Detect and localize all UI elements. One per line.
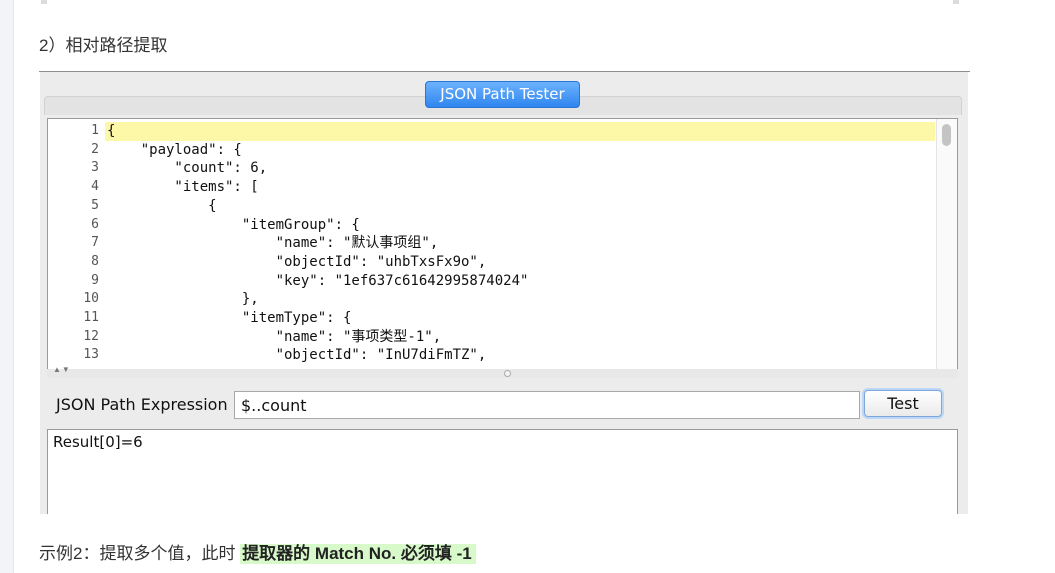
code-line: { xyxy=(107,197,217,214)
screenshot-figure: JSON Path Tester 1 2 3 4 5 6 7 8 9 10 11 12 13 { "pa… xyxy=(39,71,970,514)
code-line: "objectId": "InU7diFmTZ", xyxy=(107,347,487,364)
line-number: 5 xyxy=(91,197,99,213)
editor-vertical-scrollbar[interactable] xyxy=(936,119,957,369)
line-number: 12 xyxy=(83,328,99,344)
code-line: "name": "事项类型-1", xyxy=(107,328,442,345)
code-line: }, xyxy=(107,291,259,308)
line-number: 8 xyxy=(91,253,99,269)
split-pane-divider[interactable]: ▲▼ xyxy=(47,365,958,378)
json-path-tester-window: JSON Path Tester 1 2 3 4 5 6 7 8 9 10 11 12 13 { "pa… xyxy=(40,72,968,514)
code-line: "payload": { xyxy=(107,141,242,158)
top-edge-tick-right xyxy=(953,0,959,4)
test-button[interactable]: Test xyxy=(864,390,942,417)
divider-grip-icon[interactable] xyxy=(504,370,511,377)
line-number: 7 xyxy=(91,235,99,251)
json-editor[interactable]: 1 2 3 4 5 6 7 8 9 10 11 12 13 { "payload": { "count"… xyxy=(47,118,958,370)
code-line: { xyxy=(107,123,116,139)
code-line: "itemType": { xyxy=(107,310,352,326)
current-line-highlight xyxy=(105,122,935,141)
caption-prefix: 示例2：提取多个值，此时 xyxy=(39,544,241,563)
result-area[interactable]: Result[0]=6 xyxy=(47,429,958,514)
caption-highlight: 提取器的 Match No. 必须填 -1 xyxy=(240,544,476,564)
code-line: "name": "默认事项组", xyxy=(107,235,439,252)
line-number-gutter: 1 2 3 4 5 6 7 8 9 10 11 12 13 xyxy=(48,119,105,369)
code-line: "items": [ xyxy=(107,179,259,196)
section-heading: 2）相对路径提取 xyxy=(39,36,168,55)
json-path-expression-label: JSON Path Expression xyxy=(56,395,228,414)
line-number: 6 xyxy=(91,216,99,232)
collapse-arrows-icon[interactable]: ▲▼ xyxy=(53,365,71,374)
code-line: "count": 6, xyxy=(107,160,268,177)
line-number: 13 xyxy=(83,347,99,363)
caption: 示例2：提取多个值，此时 提取器的 Match No. 必须填 -1 xyxy=(39,539,476,564)
left-rail xyxy=(0,0,14,573)
line-number: 9 xyxy=(91,272,99,288)
json-path-expression-input[interactable] xyxy=(234,391,860,419)
tab-json-path-tester[interactable]: JSON Path Tester xyxy=(425,81,580,108)
line-number: 11 xyxy=(83,310,99,325)
scrollbar-thumb[interactable] xyxy=(942,124,951,146)
line-number: 10 xyxy=(83,291,99,307)
line-number: 2 xyxy=(91,141,99,157)
code-area[interactable]: { "payload": { "count": 6, "items": [ { … xyxy=(105,119,935,369)
line-number: 4 xyxy=(91,179,99,195)
result-text: Result[0]=6 xyxy=(53,433,143,451)
top-edge-tick-left xyxy=(41,0,47,4)
line-number: 3 xyxy=(91,160,99,176)
code-line: "key": "1ef637c61642995874024" xyxy=(107,272,529,289)
line-number: 1 xyxy=(91,123,99,138)
code-line: "itemGroup": { xyxy=(107,216,360,233)
code-line: "objectId": "uhbTxsFx9o", xyxy=(107,253,487,270)
